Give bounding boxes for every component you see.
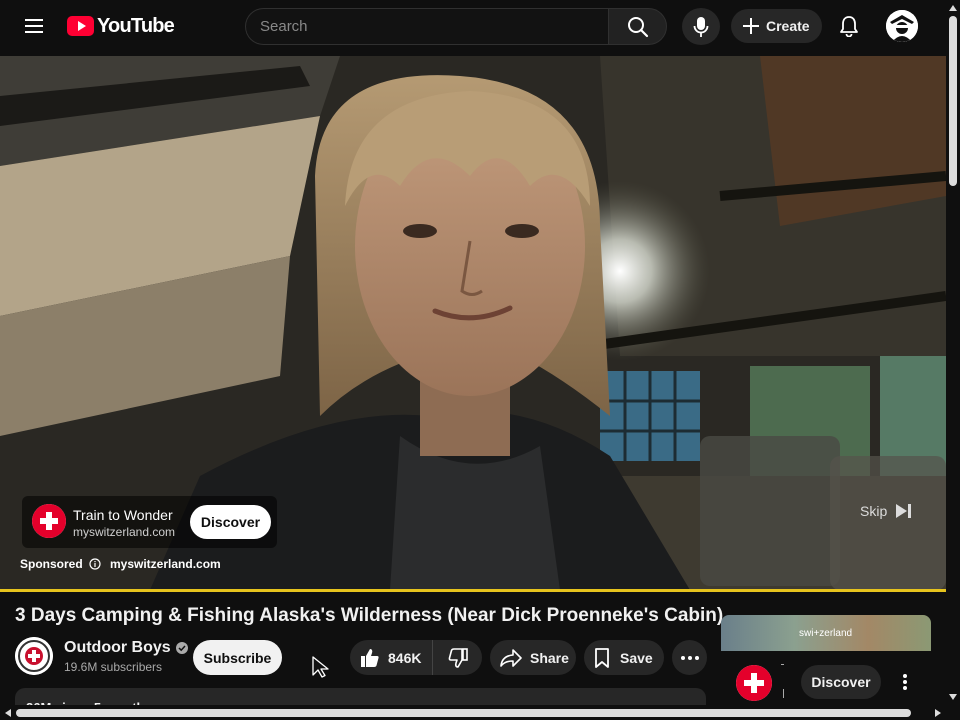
channel-name[interactable]: Outdoor Boys bbox=[64, 639, 188, 657]
verified-check-icon bbox=[175, 642, 188, 654]
search-input[interactable] bbox=[245, 8, 608, 45]
skip-ad-button[interactable]: Skip bbox=[860, 501, 913, 521]
ad-domain: myswitzerland.com bbox=[73, 525, 176, 539]
notifications-button[interactable] bbox=[831, 8, 867, 44]
video-player[interactable]: Train to Wonder myswitzerland.com Discov… bbox=[0, 56, 946, 590]
voice-search-button[interactable] bbox=[682, 8, 720, 45]
sponsored-domain[interactable]: myswitzerland.com bbox=[110, 557, 221, 571]
create-button[interactable]: Create bbox=[731, 9, 822, 43]
save-label: Save bbox=[620, 649, 653, 666]
horizontal-scrollbar[interactable] bbox=[0, 705, 946, 720]
companion-ad-logo[interactable] bbox=[736, 665, 772, 701]
truncated-text-mark bbox=[783, 689, 784, 698]
skip-next-icon bbox=[896, 504, 912, 518]
share-arrow-icon bbox=[500, 648, 522, 667]
search-button[interactable] bbox=[608, 8, 667, 45]
dislike-button[interactable] bbox=[433, 640, 482, 675]
truncated-text-mark bbox=[781, 664, 784, 665]
mic-icon bbox=[693, 16, 709, 37]
companion-ad-more-button[interactable] bbox=[893, 669, 917, 695]
swiss-cross-icon bbox=[736, 665, 772, 701]
sponsored-label: Sponsored bbox=[20, 557, 101, 571]
youtube-logo[interactable]: YouTube bbox=[67, 14, 175, 38]
video-title: 3 Days Camping & Fishing Alaska's Wilder… bbox=[15, 605, 724, 626]
bookmark-icon bbox=[595, 647, 609, 668]
plus-icon bbox=[743, 18, 759, 34]
scroll-down-arrow-icon[interactable] bbox=[949, 693, 957, 701]
vertical-scroll-thumb[interactable] bbox=[949, 16, 957, 186]
mouse-cursor-icon bbox=[312, 656, 329, 678]
horizontal-scroll-thumb[interactable] bbox=[16, 709, 911, 717]
masthead: YouTube Create bbox=[0, 0, 946, 52]
logo-text: YouTube bbox=[97, 14, 175, 37]
ad-progress-bar[interactable] bbox=[0, 589, 946, 592]
vertical-scrollbar[interactable] bbox=[946, 0, 960, 705]
like-dislike-group: 846K bbox=[350, 640, 482, 675]
sponsored-text: Sponsored bbox=[20, 557, 83, 571]
save-button[interactable]: Save bbox=[584, 640, 664, 675]
companion-ad-brand-text: swi+zerland bbox=[799, 628, 853, 639]
bell-icon bbox=[840, 16, 858, 37]
subscribe-button[interactable]: Subscribe bbox=[193, 640, 282, 675]
companion-ad-panel: swi+zerland Discover bbox=[721, 615, 931, 720]
thumbs-up-icon bbox=[361, 648, 379, 667]
more-horizontal-icon bbox=[680, 655, 699, 660]
share-label: Share bbox=[530, 649, 569, 666]
swiss-cross-icon bbox=[32, 504, 66, 538]
create-label: Create bbox=[766, 18, 810, 34]
thumbs-down-icon bbox=[448, 647, 468, 668]
skip-label: Skip bbox=[860, 503, 888, 519]
like-button[interactable]: 846K bbox=[350, 640, 433, 675]
account-avatar[interactable] bbox=[886, 10, 918, 42]
like-count: 846K bbox=[388, 649, 422, 666]
youtube-play-logo-icon bbox=[67, 16, 94, 36]
swiss-cross-logo[interactable] bbox=[32, 504, 66, 538]
scroll-left-arrow-icon[interactable] bbox=[4, 709, 12, 717]
companion-ad-discover-button[interactable]: Discover bbox=[801, 665, 881, 699]
search-box bbox=[245, 8, 667, 45]
scroll-right-arrow-icon[interactable] bbox=[934, 709, 942, 717]
scrollbar-corner bbox=[946, 705, 960, 720]
ad-discover-button[interactable]: Discover bbox=[190, 505, 271, 539]
channel-logo-icon bbox=[15, 637, 53, 675]
channel-avatar[interactable] bbox=[15, 637, 53, 675]
more-vertical-icon bbox=[903, 674, 907, 690]
menu-icon bbox=[25, 19, 43, 33]
subscriber-count: 19.6M subscribers bbox=[64, 660, 163, 674]
share-button[interactable]: Share bbox=[490, 640, 576, 675]
guide-menu-button[interactable] bbox=[14, 8, 54, 44]
scroll-up-arrow-icon[interactable] bbox=[949, 4, 957, 12]
search-icon bbox=[627, 16, 648, 37]
more-actions-button[interactable] bbox=[672, 640, 707, 675]
ad-overlay-card: Train to Wonder myswitzerland.com Discov… bbox=[22, 496, 277, 548]
ad-title[interactable]: Train to Wonder bbox=[73, 507, 173, 523]
info-icon[interactable] bbox=[89, 558, 101, 570]
avatar-icon bbox=[886, 10, 918, 42]
channel-name-text: Outdoor Boys bbox=[64, 639, 171, 656]
companion-ad-banner-image[interactable]: swi+zerland bbox=[721, 615, 931, 651]
